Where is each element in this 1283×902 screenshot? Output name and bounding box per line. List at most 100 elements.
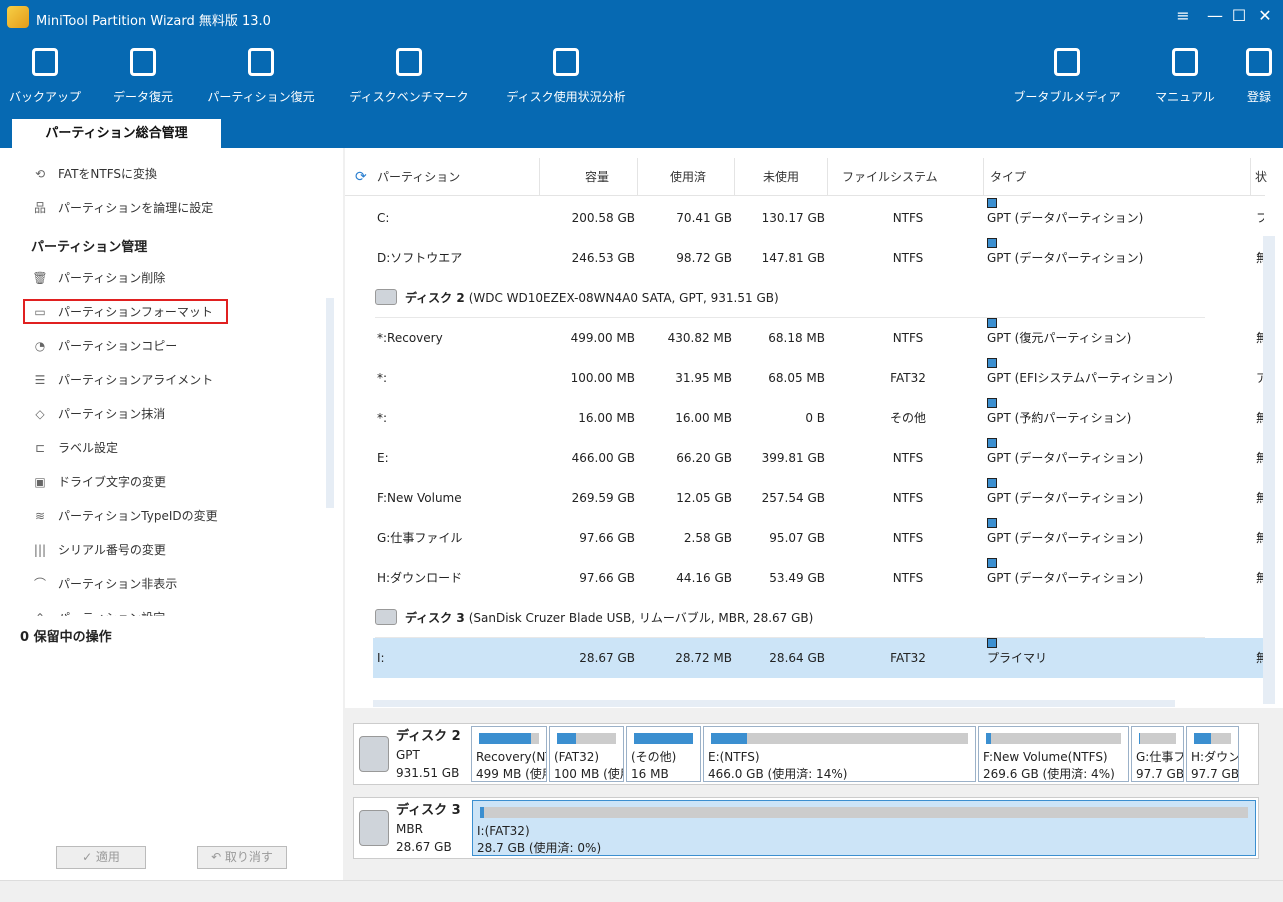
- cell-type: GPT (データパーティション): [987, 478, 1143, 518]
- disk-map-name: ディスク 2: [396, 729, 461, 744]
- left-item-icon: 🗑: [32, 271, 48, 285]
- left-item-icon: ◇: [35, 407, 45, 421]
- col-partition[interactable]: パーティション: [377, 158, 540, 196]
- cell-name: I:: [377, 651, 385, 665]
- partition-block[interactable]: I:(FAT32) 28.7 GB (使用済: 0%): [472, 800, 1256, 856]
- toolbar-partition-recovery[interactable]: パーティション復元: [201, 48, 321, 105]
- toolbar-label: データ復元: [112, 90, 173, 104]
- toolbar-bootable-media[interactable]: ブータブルメディア: [1007, 48, 1127, 105]
- col-filesystem[interactable]: ファイルシステム: [828, 158, 984, 196]
- toolbar-space-analyzer[interactable]: ディスク使用状況分析: [506, 48, 626, 105]
- tab-partition-management[interactable]: パーティション総合管理: [12, 119, 221, 148]
- register-icon: [1246, 48, 1272, 76]
- usb-drive-icon: [359, 810, 389, 846]
- left-item[interactable]: ||| シリアル番号の変更: [32, 538, 166, 562]
- toolbar-benchmark[interactable]: ディスクベンチマーク: [349, 48, 469, 105]
- table-row[interactable]: H:ダウンロード 97.66 GB 44.16 GB 53.49 GB NTFS GPT …: [373, 558, 1264, 598]
- col-used[interactable]: 使用済: [638, 158, 735, 196]
- left-item[interactable]: ⌒ パーティション非表示: [32, 572, 177, 596]
- col-unused[interactable]: 未使用: [735, 158, 828, 196]
- cell-used: 2.58 GB: [683, 531, 732, 545]
- type-color-icon: [987, 478, 997, 488]
- cell-type-label: GPT (データパーティション): [987, 531, 1144, 545]
- table-row[interactable]: *: 100.00 MB 31.95 MB 68.05 MB FAT32 GPT (EFI…: [373, 358, 1264, 398]
- table-row[interactable]: G:仕事ファイル 97.66 GB 2.58 GB 95.07 GB NTFS GPT (…: [373, 518, 1264, 558]
- left-item-icon: |||: [33, 543, 47, 557]
- cell-type: GPT (データパーティション): [987, 238, 1143, 278]
- usage-bar: [986, 733, 1121, 744]
- disk-map-3[interactable]: ディスク 3 MBR 28.67 GB I:(FAT32) 28.7 GB (使用済: …: [353, 797, 1259, 859]
- cell-name: E:: [377, 451, 389, 465]
- app-title: MiniTool Partition Wizard 無料版 13.0: [36, 14, 271, 29]
- left-scrollbar[interactable]: [326, 298, 334, 508]
- cell-type: GPT (予約パーティション): [987, 398, 1131, 438]
- partition-recovery-icon: [248, 48, 274, 76]
- table-row[interactable]: D:ソフトウエア 246.53 GB 98.72 GB 147.81 GB NTFS GP…: [373, 238, 1264, 278]
- left-item-label: パーティション設定: [58, 611, 165, 616]
- usage-bar: [1139, 733, 1176, 744]
- table-row[interactable]: F:New Volume 269.59 GB 12.05 GB 257.54 GB NT…: [373, 478, 1264, 518]
- col-capacity[interactable]: 容量: [540, 158, 638, 196]
- left-item[interactable]: ⊏ ラベル設定: [32, 436, 118, 460]
- partition-block[interactable]: H:ダウンロード 97.7 GB: [1186, 726, 1239, 782]
- left-item-icon: ⌒: [33, 577, 46, 591]
- partition-block[interactable]: F:New Volume(NTFS) 269.6 GB (使用済: 4%): [978, 726, 1129, 782]
- cell-name: C:: [377, 211, 390, 225]
- left-item[interactable]: ☰ パーティションアライメント: [32, 368, 214, 392]
- disk-row[interactable]: ディスク 3 (SanDisk Cruzer Blade USB, リムーバブル,…: [375, 598, 1205, 638]
- cell-status: フ: [1256, 211, 1264, 225]
- left-item-label: パーティションアライメント: [58, 373, 214, 387]
- cell-free: 28.64 GB: [769, 651, 825, 665]
- toolbar-data-recovery[interactable]: データ復元: [83, 48, 203, 105]
- col-status[interactable]: 状: [1255, 158, 1275, 196]
- cell-fs: NTFS: [892, 211, 924, 225]
- refresh-icon[interactable]: ⟳: [355, 169, 367, 185]
- usage-fill: [480, 807, 484, 818]
- cell-type: GPT (データパーティション): [987, 558, 1143, 598]
- left-item[interactable]: ⌃ パーティション設定: [32, 606, 165, 616]
- table-vscrollbar[interactable]: [1263, 236, 1275, 704]
- cell-cap: 97.66 GB: [579, 571, 635, 585]
- table-row[interactable]: E: 466.00 GB 66.20 GB 399.81 GB NTFS GPT (データ…: [373, 438, 1264, 478]
- menu-icon[interactable]: ≡: [1171, 6, 1195, 25]
- disk-row[interactable]: ディスク 2 (WDC WD10EZEX-08WN4A0 SATA, GPT, 9…: [375, 278, 1205, 318]
- usage-bar: [634, 733, 693, 744]
- left-item[interactable]: ▣ ドライブ文字の変更: [32, 470, 166, 494]
- minimize-button[interactable]: —: [1203, 6, 1227, 25]
- usage-bar: [711, 733, 968, 744]
- table-hscrollbar[interactable]: [373, 700, 1175, 707]
- table-row[interactable]: *:Recovery 499.00 MB 430.82 MB 68.18 MB NTFS…: [373, 318, 1264, 358]
- left-item[interactable]: ≋ パーティションTypeIDの変更: [32, 504, 218, 528]
- disk-map-style: MBR: [396, 822, 423, 836]
- apply-button[interactable]: ✓ 適用: [56, 846, 146, 869]
- close-button[interactable]: ✕: [1253, 6, 1277, 25]
- left-item[interactable]: ◇ パーティション抹消: [32, 402, 165, 426]
- col-type[interactable]: タイプ: [984, 158, 1251, 196]
- table-row[interactable]: C: 200.58 GB 70.41 GB 130.17 GB NTFS GPT (データ…: [373, 198, 1264, 238]
- cell-cap: 246.53 GB: [571, 251, 635, 265]
- left-item[interactable]: 🗑 パーティション削除: [32, 266, 165, 290]
- partition-block[interactable]: (FAT32) 100 MB (使用済: 32%): [549, 726, 624, 782]
- table-row[interactable]: *: 16.00 MB 16.00 MB 0 B その他 GPT (予約パーティション) 無: [373, 398, 1264, 438]
- toolbar-register[interactable]: 登録: [1199, 48, 1283, 105]
- partition-block[interactable]: E:(NTFS) 466.0 GB (使用済: 14%): [703, 726, 976, 782]
- partition-block[interactable]: G:仕事ファイル 97.7 GB: [1131, 726, 1184, 782]
- left-item[interactable]: 品パーティションを論理に設定: [32, 196, 213, 220]
- left-item[interactable]: ⟲ FATをNTFSに変換: [32, 162, 157, 186]
- left-item-icon: ≋: [34, 509, 46, 523]
- left-item-icon: ▣: [34, 475, 46, 489]
- partition-block[interactable]: (その他) 16 MB: [626, 726, 701, 782]
- undo-button[interactable]: ↶ 取り消す: [197, 846, 287, 869]
- disk-label: ディスク 3 MBR 28.67 GB: [396, 802, 461, 856]
- disk-map-2[interactable]: ディスク 2 GPT 931.51 GB Recovery(NTFS) 499 MB (…: [353, 723, 1259, 785]
- cell-type-label: GPT (データパーティション): [987, 491, 1144, 505]
- partition-block-label: G:仕事ファイル: [1136, 750, 1183, 764]
- disk-name: ディスク 2: [405, 291, 465, 305]
- manual-icon: [1172, 48, 1198, 76]
- benchmark-icon: [396, 48, 422, 76]
- left-item[interactable]: ◔ パーティションコピー: [32, 334, 178, 358]
- cell-type: GPT (復元パーティション): [987, 318, 1131, 358]
- table-row[interactable]: I: 28.67 GB 28.72 MB 28.64 GB FAT32 プライマリ無: [373, 638, 1264, 678]
- partition-block[interactable]: Recovery(NTFS) 499 MB (使用済: 86%): [471, 726, 547, 782]
- maximize-button[interactable]: ☐: [1227, 6, 1251, 25]
